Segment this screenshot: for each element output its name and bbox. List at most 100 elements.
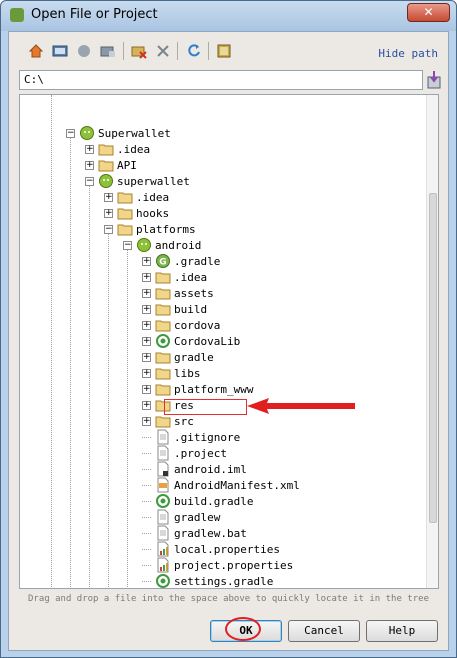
svg-text:G: G [159,258,166,268]
desktop-icon[interactable] [51,42,69,60]
tree-item[interactable]: + .idea [104,189,169,205]
tree-guide-line [127,250,128,588]
gradle-g-icon: G [155,253,171,269]
module-icon[interactable] [75,42,93,60]
tree-item[interactable]: − android [123,237,201,253]
expand-icon[interactable]: + [142,336,151,346]
close-button[interactable]: ✕ [407,3,450,22]
tree-item[interactable]: + gradle [142,349,214,365]
tree-scrollbar[interactable] [426,95,438,588]
path-download-icon[interactable] [427,71,441,89]
collapse-icon[interactable]: − [85,176,94,186]
tree-item-label: libs [174,366,201,380]
refresh-icon[interactable] [185,42,203,60]
android-project-icon [79,125,95,141]
expand-icon[interactable]: + [142,368,151,378]
tree-item[interactable]: + .idea [142,269,207,285]
android-project-icon [136,237,152,253]
expand-icon[interactable]: + [142,256,151,266]
tree-item-label: build [174,302,208,316]
tree-item-label: gradlew [174,510,221,524]
tree-item-label: AndroidManifest.xml [174,478,300,492]
scroll-thumb[interactable] [429,193,437,523]
tree-item[interactable]: + G .gradle [142,253,220,269]
show-hidden-icon[interactable] [215,42,233,60]
expand-icon[interactable]: + [142,400,151,410]
tree-item[interactable]: + .idea [85,141,150,157]
tree-item[interactable]: + hooks [104,205,169,221]
tree-item[interactable]: + CordovaLib [142,333,240,349]
collapse-icon[interactable]: − [123,240,132,250]
tree-item[interactable]: .project [142,445,227,461]
tree-item[interactable]: + assets [142,285,214,301]
tree-item[interactable]: + libs [142,365,201,381]
collapse-icon[interactable]: − [66,128,75,138]
tree-connector [142,452,151,454]
expand-icon[interactable]: + [85,144,94,154]
folder-icon [155,269,171,285]
dialog-body: Hide path C:\ − Superwallet + .idea + API − sup… [8,31,449,651]
tree-item[interactable]: − superwallet [85,173,190,189]
tree-item-label: assets [174,286,214,300]
folder-icon [155,285,171,301]
expand-icon[interactable]: + [104,192,113,202]
tree-item[interactable]: android.iml [142,461,247,477]
tree-item-label: .gitignore [174,430,241,444]
expand-icon[interactable]: + [85,160,94,170]
delete-icon[interactable] [154,42,172,60]
expand-icon[interactable]: + [142,272,151,282]
expand-icon[interactable]: + [142,416,151,426]
drag-drop-hint: Drag and drop a file into the space abov… [28,594,429,604]
app-icon [10,8,24,22]
hide-path-link[interactable]: Hide path [378,47,438,60]
expand-icon[interactable]: + [142,320,151,330]
tree-connector [142,484,151,486]
tree-item[interactable]: AndroidManifest.xml [142,477,300,493]
tree-item[interactable]: gradlew.bat [142,525,247,541]
tree-item-label: src [174,414,194,428]
expand-icon[interactable]: + [142,288,151,298]
android-project-icon [98,173,114,189]
tree-item[interactable]: .gitignore [142,429,240,445]
tree-item-label: API [117,158,137,172]
tree-item[interactable]: local.properties [142,541,280,557]
tree-item[interactable]: gradlew [142,509,220,525]
tree-item[interactable]: + src [142,413,194,429]
tree-guide-line [51,95,52,588]
tree-connector [142,548,151,550]
tree-item-label: superwallet [117,174,190,188]
annotation-arrow [247,398,355,414]
expand-icon[interactable]: + [142,384,151,394]
tree-item-label: platform_www [174,382,254,396]
tree-item[interactable]: − platforms [104,221,196,237]
path-input[interactable]: C:\ [19,70,423,90]
folder-icon [155,413,171,429]
new-folder-icon[interactable] [99,42,117,60]
tree-guide-line [89,186,90,588]
folder-icon [155,301,171,317]
gradle-file-icon [155,573,171,588]
collapse-icon[interactable]: − [104,224,113,234]
tree-item[interactable]: − Superwallet [66,125,171,141]
folder-icon [98,157,114,173]
tree-connector [142,516,151,518]
tree-item[interactable]: + build [142,301,207,317]
tree-item-label: build.gradle [174,494,254,508]
tree-item-label: cordova [174,318,221,332]
cancel-button[interactable]: Cancel [288,620,360,642]
tree-item-label: android [155,238,202,252]
home-icon[interactable] [27,42,45,60]
tree-item[interactable]: project.properties [142,557,293,573]
file-tree[interactable]: − Superwallet + .idea + API − superwallet + .idea… [19,94,439,589]
tree-item-label: android.iml [174,462,247,476]
tree-item[interactable]: build.gradle [142,493,253,509]
expand-icon[interactable]: + [142,352,151,362]
delete-folder-icon[interactable] [130,42,148,60]
help-button[interactable]: Help [366,620,438,642]
expand-icon[interactable]: + [104,208,113,218]
tree-item[interactable]: + cordova [142,317,220,333]
expand-icon[interactable]: + [142,304,151,314]
tree-item[interactable]: + platform_www [142,381,253,397]
tree-item[interactable]: settings.gradle [142,573,273,588]
tree-item[interactable]: + API [85,157,137,173]
